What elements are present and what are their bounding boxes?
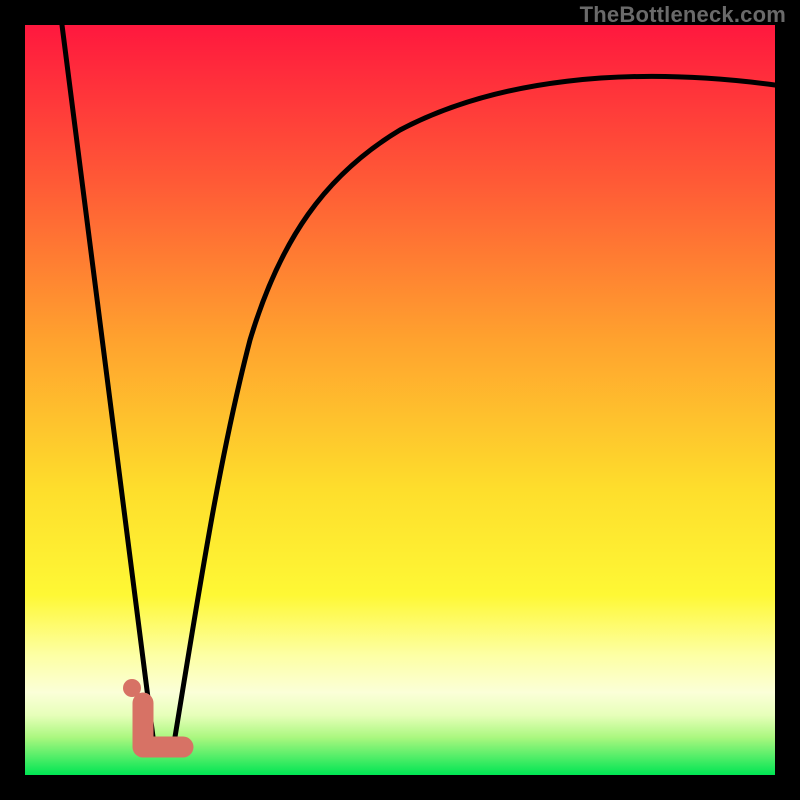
heat-gradient-background xyxy=(25,25,775,775)
bottleneck-chart xyxy=(25,25,775,775)
chart-frame: TheBottleneck.com xyxy=(0,0,800,800)
trough-dot-marker xyxy=(123,679,141,697)
